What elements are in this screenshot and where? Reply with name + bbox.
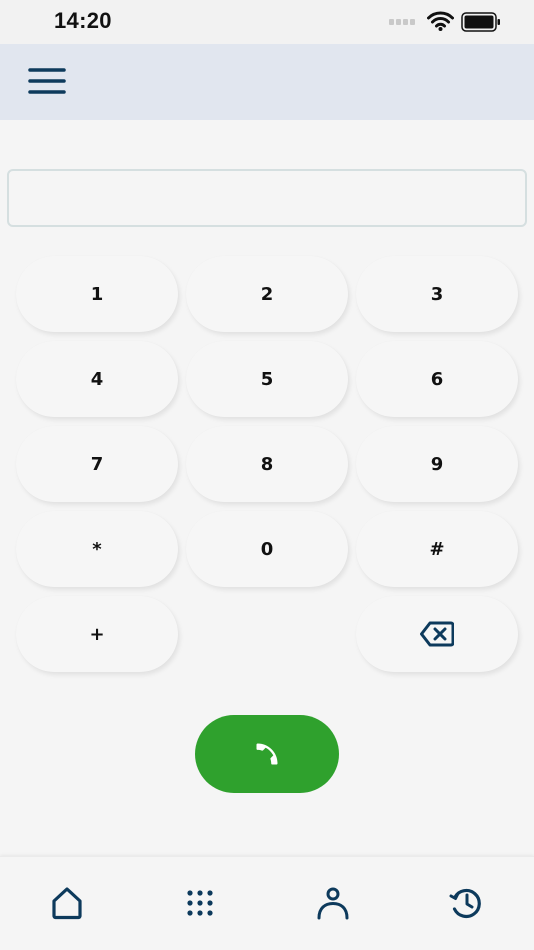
key-4[interactable]: 4 [16, 341, 178, 417]
history-icon [449, 888, 481, 919]
key-label: 6 [430, 368, 444, 390]
status-bar: 14:20 [0, 0, 534, 44]
nav-contacts[interactable] [311, 881, 355, 925]
key-2[interactable]: 2 [186, 256, 348, 332]
bottom-nav [0, 856, 534, 950]
nav-keypad[interactable] [178, 881, 222, 925]
nav-history[interactable] [444, 881, 488, 925]
key-label: 7 [90, 453, 104, 475]
home-icon [52, 887, 82, 920]
backspace-button[interactable] [356, 596, 518, 672]
key-label: + [89, 623, 105, 645]
key-1[interactable]: 1 [16, 256, 178, 332]
key-0[interactable]: 0 [186, 511, 348, 587]
app-header [0, 44, 534, 120]
call-button[interactable] [195, 715, 339, 793]
key-label: 9 [430, 453, 444, 475]
key-9[interactable]: 9 [356, 426, 518, 502]
phone-icon [256, 743, 278, 765]
key-star[interactable]: * [16, 511, 178, 587]
key-label: 5 [260, 368, 274, 390]
key-label: * [92, 538, 102, 560]
key-label: 2 [260, 283, 274, 305]
status-time: 14:20 [54, 8, 112, 33]
key-hash[interactable]: # [356, 511, 518, 587]
key-7[interactable]: 7 [16, 426, 178, 502]
key-6[interactable]: 6 [356, 341, 518, 417]
key-8[interactable]: 8 [186, 426, 348, 502]
nav-home[interactable] [45, 881, 89, 925]
backspace-icon [420, 621, 454, 647]
key-plus[interactable]: + [16, 596, 178, 672]
key-label: 8 [260, 453, 274, 475]
key-label: 1 [90, 283, 104, 305]
contacts-icon [317, 887, 349, 920]
wifi-icon [427, 11, 454, 31]
key-label: # [429, 538, 445, 560]
dialpad: 1 2 3 4 5 6 7 8 9 * 0 # + [16, 256, 519, 672]
dialpad-icon [187, 890, 213, 916]
hamburger-menu-icon [28, 68, 66, 94]
key-5[interactable]: 5 [186, 341, 348, 417]
menu-button[interactable] [24, 64, 70, 100]
key-label: 0 [260, 538, 274, 560]
phone-number-input[interactable] [7, 169, 527, 227]
key-3[interactable]: 3 [356, 256, 518, 332]
key-label: 4 [90, 368, 104, 390]
key-label: 3 [430, 283, 444, 305]
signal-icon [389, 19, 415, 25]
battery-icon [461, 12, 500, 32]
